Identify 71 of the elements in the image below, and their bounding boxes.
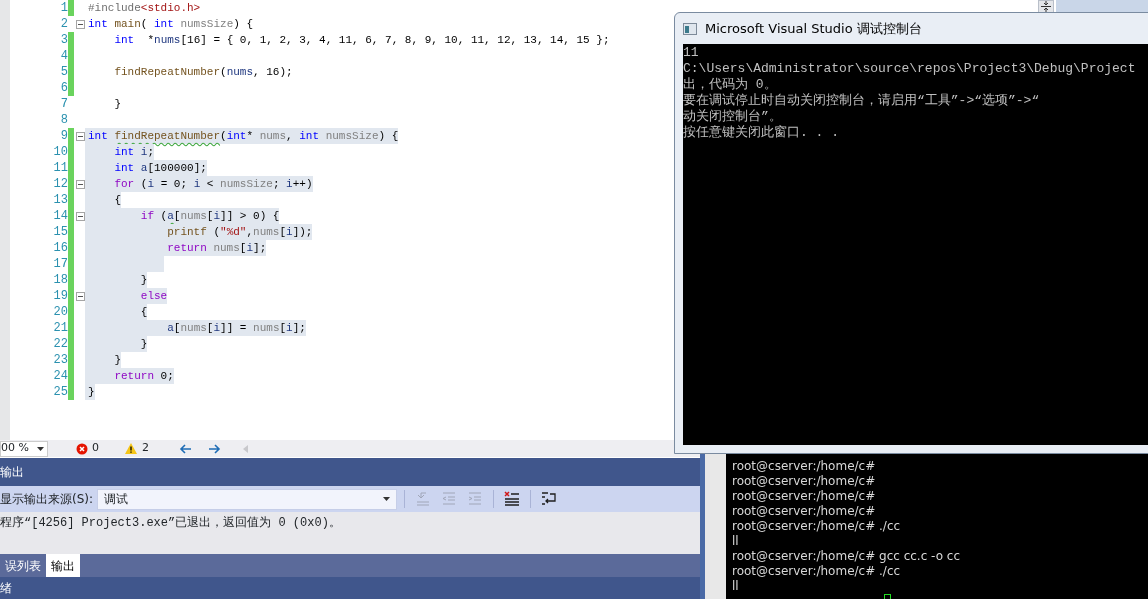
terminal-line: root@cserver:/home/c# gcc cc.c -o cc: [732, 549, 961, 564]
collapse-icon[interactable]: [76, 19, 85, 29]
word-wrap-icon: [540, 490, 559, 508]
terminal-line: root@cserver:/home/c# ./cc: [732, 564, 902, 579]
line-number: 10: [52, 145, 68, 159]
terminal-line: ll: [732, 579, 740, 594]
console-line: 要在调试停止时自动关闭控制台，请启用“工具”->“选项”->“: [683, 93, 1041, 109]
line-number: 14: [52, 209, 68, 223]
forward-arrow-icon[interactable]: [208, 443, 221, 454]
console-line: 出，代码为 0。: [683, 77, 778, 93]
terminal-line: root@cserver:/home/c#: [732, 474, 877, 489]
terminal-line: root@cserver:/home/c#: [732, 504, 877, 519]
splitter-icon[interactable]: [1041, 1, 1051, 12]
console-line: C:\Users\Administrator\source\repos\Project3\Debug\Project: [683, 61, 1137, 77]
line-number: 11: [52, 161, 68, 175]
console-line: 11: [683, 45, 700, 61]
panel-title: 输出: [0, 464, 24, 481]
collapse-icon[interactable]: [76, 131, 85, 141]
back-arrow-icon[interactable]: [179, 443, 192, 454]
line-number: 23: [52, 353, 68, 367]
warning-count: 2: [142, 440, 149, 457]
collapse-icon[interactable]: [76, 291, 85, 301]
code-line: #include<stdio.h>: [87, 1, 201, 16]
terminal-line: root@cserver:/home/c# ./cc: [732, 519, 902, 534]
line-number: 2: [59, 17, 68, 31]
line-number: 12: [52, 177, 68, 191]
code-line: }: [113, 97, 121, 112]
code-line: int *nums[16] = { 0, 1, 2, 3, 4, 11, 6, 7, 8, 9, 10, 11, 12, 13, 14, 15 };: [113, 33, 610, 48]
output-text: 程序“[4256] Project3.exe”已退出，返回值为 0 (0x0)。: [0, 516, 341, 530]
line-number: 20: [52, 305, 68, 319]
line-number: 13: [52, 193, 68, 207]
code-line: findRepeatNumber(nums, 16);: [113, 65, 293, 80]
error-count: 0: [92, 440, 99, 457]
line-number: 18: [52, 273, 68, 287]
zoom-dropdown[interactable]: 00 %: [0, 440, 48, 457]
line-number: 5: [59, 65, 68, 79]
console-line: 动关闭控制台”。: [683, 109, 783, 125]
line-number: 1: [59, 1, 68, 15]
source-dropdown[interactable]: 调试: [97, 488, 398, 510]
source-label: 显示输出来源(S):: [0, 491, 94, 508]
code-line: int main( int numsSize) {: [87, 17, 254, 32]
line-number: 3: [59, 33, 68, 47]
line-number: 22: [52, 337, 68, 351]
collapse-icon[interactable]: [76, 179, 85, 189]
panel-tab[interactable]: 误列表: [0, 554, 46, 577]
line-number: 21: [52, 321, 68, 335]
line-number: 7: [59, 97, 68, 111]
line-number: 19: [52, 289, 68, 303]
warning-icon[interactable]: [125, 443, 137, 454]
line-number: 9: [59, 129, 68, 143]
terminal-line: root@cserver:/home/c#: [732, 489, 877, 504]
console-line: 按任意键关闭此窗口. . .: [683, 125, 840, 141]
line-number: 8: [59, 113, 68, 127]
terminal-line: root@cserver:/home/c#: [732, 459, 877, 474]
error-icon[interactable]: [76, 442, 88, 455]
clear-all-icon: [503, 490, 522, 508]
caret-icon: [37, 446, 44, 451]
line-number: 24: [52, 369, 68, 383]
line-number: 16: [52, 241, 68, 255]
panel-tab[interactable]: 输出: [46, 554, 80, 577]
line-number: 25: [52, 385, 68, 399]
line-number: 4: [59, 49, 68, 63]
caret-icon: [383, 497, 391, 501]
status-text: 绪: [0, 580, 12, 597]
console-app-icon: [683, 22, 697, 35]
line-number: 15: [52, 225, 68, 239]
line-number: 6: [59, 81, 68, 95]
line-number: 17: [52, 257, 68, 271]
window-title: Microsoft Visual Studio 调试控制台: [705, 19, 922, 38]
terminal-line: ll: [732, 534, 740, 549]
collapse-icon[interactable]: [76, 211, 85, 221]
